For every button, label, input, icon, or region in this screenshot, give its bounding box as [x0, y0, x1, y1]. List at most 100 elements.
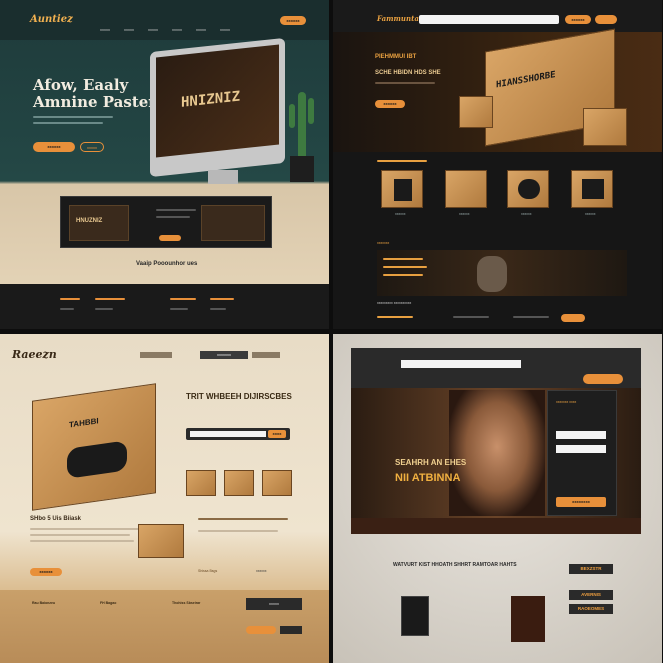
microphone-image: [477, 256, 507, 292]
quadrant-dark-boxes-store: Fammuntaa xxxxxx PIEHMMUI IBT SCHE HBIDN…: [333, 0, 662, 329]
cardboard-box-small: [583, 108, 627, 146]
nav-item[interactable]: xxxxx: [220, 27, 230, 32]
hero-headline: Amnine Paster: [33, 93, 157, 111]
footer-heading: [170, 298, 196, 300]
nav-item[interactable]: xxxxx: [148, 27, 158, 32]
site-logo[interactable]: Auntiez: [30, 14, 73, 25]
product-label[interactable]: xxxxxx: [395, 211, 406, 217]
hero-text-line: [33, 122, 103, 124]
link-label[interactable]: xxxxxx: [256, 568, 267, 574]
search-bar: xxxx: [186, 428, 290, 440]
quadrant-desktop-store: Auntiez xxxxx xxxxx xxxxx xxxxx xxxxx xxxxx x…: [0, 0, 329, 329]
search-input[interactable]: [401, 360, 521, 368]
search-button[interactable]: xxxxxx: [565, 15, 591, 24]
box-label: TAHBBI: [69, 416, 99, 430]
hero-subtitle: SCHE HBIDN HDS SHE: [375, 70, 441, 76]
list-item[interactable]: [453, 316, 489, 318]
section-text-line: [198, 518, 288, 520]
search-input[interactable]: [190, 431, 266, 437]
section-text-line: [30, 540, 134, 542]
cactus-arm: [289, 104, 295, 128]
side-item[interactable]: BEXZSTR: [569, 564, 613, 574]
product-thumbnail[interactable]: [571, 170, 613, 208]
search-button[interactable]: xxxx: [268, 430, 286, 438]
nav-item[interactable]: [252, 352, 280, 358]
list-button[interactable]: [561, 314, 585, 322]
banner-button[interactable]: [159, 235, 181, 241]
site-logo[interactable]: Raeezn: [12, 348, 57, 361]
shop-button[interactable]: xxxxxx: [30, 568, 62, 576]
monitor-stand: [208, 170, 238, 184]
cardboard-box-small: [138, 524, 184, 558]
product-box[interactable]: [511, 596, 545, 642]
portrait-image: [449, 390, 545, 516]
nav-item-active[interactable]: xxxxxxx: [200, 351, 248, 359]
feature-text-line: [383, 266, 427, 268]
hero-text-line: [33, 116, 113, 118]
footer-cta[interactable]: [246, 626, 276, 634]
product-label[interactable]: xxxxxx: [585, 211, 596, 217]
list-item[interactable]: [377, 316, 413, 318]
footer-link[interactable]: [60, 308, 74, 310]
monitor-screen: HNIZNIZ: [156, 44, 279, 158]
list-title: xxxxxxxxx xxxxxxxxxx: [377, 301, 412, 305]
product-thumbnail[interactable]: [445, 170, 487, 208]
footer-link[interactable]: [210, 308, 226, 310]
account-button[interactable]: [595, 15, 617, 24]
hero-primary-button[interactable]: xxxxxx: [33, 142, 75, 152]
box-product-image: [67, 440, 127, 479]
list-item[interactable]: [513, 316, 549, 318]
header-cta-button[interactable]: [583, 374, 623, 384]
footer: Rau Baionzeu FH Bagao Thohiss Sbseirar x…: [0, 590, 329, 663]
feature-text-line: [383, 274, 423, 276]
promo-banner: HNUZNIZ: [60, 196, 272, 248]
site-logo[interactable]: Fammuntaa: [377, 14, 423, 23]
footer-link[interactable]: [95, 308, 113, 310]
banner-text-line: [156, 209, 196, 211]
side-item[interactable]: RAOEOMES: [569, 604, 613, 614]
nav-item[interactable]: xxxxx: [124, 27, 134, 32]
product-thumbnail[interactable]: [507, 170, 549, 208]
category-tile[interactable]: [262, 470, 292, 496]
section-text-line: [30, 534, 130, 536]
quadrant-portrait-store: SEAHRH AN EHES NII ATBINNA xxxxxxx xxxx …: [333, 334, 662, 663]
hero-title: SEAHRH AN EHES: [395, 458, 467, 467]
footer-heading: [95, 298, 125, 300]
product-row: xxxxxx xxxxxx xxxxxx xxxxxx: [333, 170, 662, 220]
main-nav: xxxxx xxxxx xxxxx xxxxx xxxxx xxxxx: [100, 18, 244, 36]
form-input[interactable]: [556, 445, 606, 453]
screen-title: HNIZNIZ: [181, 88, 241, 111]
category-tile[interactable]: [224, 470, 254, 496]
product-thumbnail[interactable]: [381, 170, 423, 208]
form-submit-button[interactable]: xxxxxxxx: [556, 497, 606, 507]
quadrant-light-boxes-store: Raeezn xxxxxxx TAHBBI TRIT WHBEEH DIJIRS…: [0, 334, 329, 663]
search-input[interactable]: [419, 15, 559, 24]
footer-cta-dark[interactable]: [280, 626, 302, 634]
footer-heading: FH Bagao: [100, 601, 117, 605]
nav-item[interactable]: [140, 352, 172, 358]
nav-item[interactable]: xxxxx: [100, 27, 110, 32]
hero-button[interactable]: xxxxxx: [375, 100, 405, 108]
header-cta-button[interactable]: xxxxxx: [280, 16, 306, 25]
product-label[interactable]: xxxxxx: [521, 211, 532, 217]
form-input[interactable]: [556, 431, 606, 439]
section-title: Vaaip Pooounhor ues: [136, 261, 198, 267]
box-label: HIANSSHORBE: [496, 70, 556, 91]
banner-image-label: HNUZNIZ: [76, 218, 103, 224]
mid-section-title: xxxxxxx: [377, 241, 390, 245]
hero-subtitle: NII ATBINNA: [395, 472, 461, 484]
footer-button[interactable]: xxxxx: [246, 598, 302, 610]
product-label[interactable]: xxxxxx: [459, 211, 470, 217]
nav-item[interactable]: xxxxx: [172, 27, 182, 32]
category-tile[interactable]: [186, 470, 216, 496]
cactus-arm: [308, 98, 314, 124]
side-item[interactable]: AVERNIS: [569, 590, 613, 600]
footer-link[interactable]: [170, 308, 188, 310]
link-label[interactable]: Shissa Bsgs: [198, 568, 217, 574]
hero-heading: TRIT WHBEEH DIJIRSCBES: [186, 392, 292, 401]
hero-secondary-button[interactable]: xxxxx: [80, 142, 104, 152]
nav-item[interactable]: xxxxx: [196, 27, 206, 32]
feature-banner: [377, 250, 627, 296]
product-box[interactable]: [401, 596, 429, 636]
footer-heading: [210, 298, 234, 300]
